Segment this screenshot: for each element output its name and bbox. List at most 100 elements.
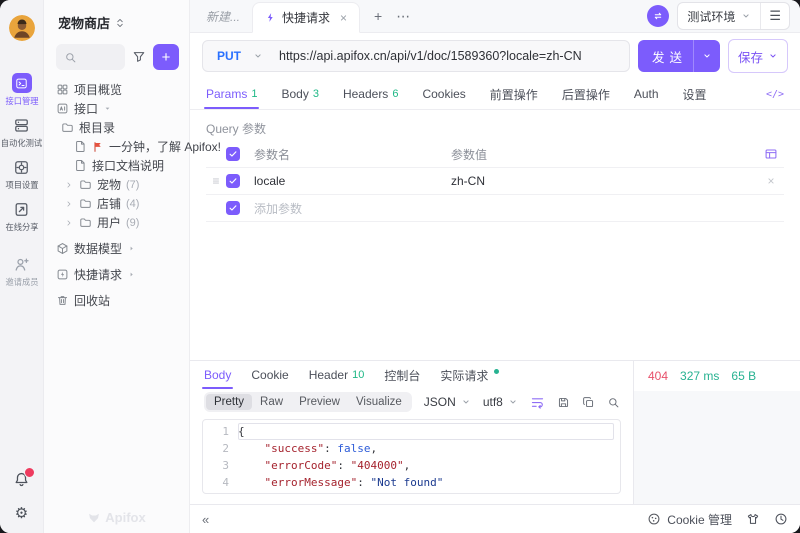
tree-item[interactable]: 接口文档说明 [44, 156, 189, 175]
request-tab-Headers[interactable]: Headers6 [343, 79, 398, 109]
menu-button[interactable]: ☰ [761, 3, 789, 29]
close-tab-icon[interactable]: × [340, 11, 347, 25]
encoding-select[interactable]: utf8 [483, 395, 518, 409]
tree-item[interactable]: 数据模型 [44, 239, 189, 258]
send-button[interactable]: 发送 [638, 40, 720, 72]
method-select[interactable]: PUT [203, 49, 273, 63]
url-input[interactable] [273, 48, 629, 64]
view-mode-raw[interactable]: Raw [252, 394, 291, 410]
rail-nav: 接口管理自动化测试项目设置在线分享邀请成员 [0, 73, 44, 296]
collapse-panel-icon[interactable]: « [202, 512, 209, 527]
drag-handle[interactable]: ≡ [206, 174, 226, 188]
add-button[interactable]: + [153, 44, 179, 70]
chevron-right-icon[interactable] [64, 180, 74, 190]
tree-item-label: 一分钟，了解 Apifox! [109, 138, 221, 155]
param-value-field[interactable]: zh-CN [451, 174, 758, 188]
send-options-caret[interactable] [693, 40, 720, 72]
folder-icon [79, 197, 92, 210]
flash-sq-icon [56, 268, 69, 281]
user-avatar[interactable] [9, 15, 35, 41]
rail-item-layers[interactable]: 自动化测试 [0, 115, 44, 148]
query-header-row: 参数名 参数值 [206, 141, 784, 168]
response-tab-实际请求[interactable]: 实际请求 [440, 361, 499, 389]
response-body-editor[interactable]: 1{2 "success": false,3 "errorCode": "404… [202, 419, 621, 494]
tree-item[interactable]: 店铺(4) [44, 194, 189, 213]
tree-item[interactable]: 快捷请求 [44, 265, 189, 284]
request-tab-后置操作[interactable]: 后置操作 [562, 79, 610, 109]
project-switcher[interactable]: 宠物商店 [44, 0, 189, 32]
response-meta: 404 327 ms 65 B [634, 361, 800, 504]
tree-item[interactable]: 接口 [44, 99, 189, 118]
caret-down-icon [103, 104, 112, 113]
save-response-icon[interactable] [557, 396, 570, 409]
tree-item[interactable]: 根目录 [44, 118, 189, 137]
tree-item[interactable]: 宠物(7) [44, 175, 189, 194]
view-mode-pretty[interactable]: Pretty [206, 394, 252, 410]
format-select[interactable]: JSON [424, 395, 471, 409]
response-tab-count: 10 [352, 369, 364, 381]
request-tab-Auth[interactable]: Auth [634, 79, 659, 109]
url-box: PUT [202, 40, 630, 72]
code-view-icon[interactable]: </> [766, 89, 784, 100]
request-tab-设置[interactable]: 设置 [683, 79, 707, 109]
search-response-icon[interactable] [607, 396, 620, 409]
tree-item[interactable]: 回收站 [44, 291, 189, 310]
notifications-button[interactable] [13, 471, 30, 491]
rail-item-proj-settings[interactable]: 项目设置 [0, 157, 44, 190]
add-row-checkbox[interactable] [226, 201, 240, 215]
request-tab-前置操作[interactable]: 前置操作 [490, 79, 538, 109]
tab-new[interactable]: 新建... [194, 8, 252, 25]
environment-label: 测试环境 [687, 8, 735, 25]
tab-overflow-button[interactable]: ⋯ [396, 8, 410, 25]
history-icon[interactable] [774, 512, 788, 526]
chevron-right-icon[interactable] [64, 199, 74, 209]
tree-item-label: 接口 [74, 100, 98, 117]
save-button[interactable]: 保存 [728, 39, 788, 73]
copy-icon[interactable] [582, 396, 595, 409]
select-all-checkbox[interactable] [226, 147, 240, 161]
tree-item[interactable]: 一分钟，了解 Apifox! [44, 137, 189, 156]
response-tab-Body[interactable]: Body [204, 361, 231, 389]
new-tab-button[interactable]: + [374, 8, 382, 24]
search-input-field[interactable] [82, 49, 125, 65]
response-tab-控制台[interactable]: 控制台 [384, 361, 420, 389]
doc-icon [74, 140, 87, 153]
share-doc-icon [13, 201, 30, 218]
view-mode-preview[interactable]: Preview [291, 394, 348, 410]
cookie-icon [647, 512, 661, 526]
proxy-icon[interactable] [746, 512, 760, 526]
add-param-placeholder[interactable]: 添加参数 [254, 200, 451, 217]
batch-edit-button[interactable] [758, 147, 784, 161]
rail-item-person-plus[interactable]: 邀请成员 [0, 254, 44, 287]
request-tab-Body[interactable]: Body3 [281, 79, 318, 109]
search-input[interactable] [56, 44, 125, 70]
request-tab-count: 3 [313, 88, 319, 100]
view-mode-segment: PrettyRawPreviewVisualize [204, 392, 412, 412]
filter-icon[interactable] [132, 50, 146, 64]
response-tab-label: 控制台 [384, 367, 420, 384]
chevron-right-icon[interactable] [64, 218, 74, 228]
response-tab-Cookie[interactable]: Cookie [251, 361, 288, 389]
environment-select[interactable]: 测试环境 [678, 3, 760, 29]
tree-item[interactable]: 用户(9) [44, 213, 189, 232]
tab-quick-request[interactable]: 快捷请求 × [252, 2, 360, 33]
rail-item-api-manage[interactable]: 接口管理 [0, 73, 44, 106]
person-plus-icon [13, 256, 30, 273]
apifox-logo-icon [87, 511, 101, 525]
request-tab-Cookies[interactable]: Cookies [422, 79, 465, 109]
environment-button[interactable] [647, 5, 669, 27]
param-name-field[interactable]: locale [254, 174, 451, 188]
response-tab-Header[interactable]: Header10 [309, 361, 365, 389]
rail-item-share-doc[interactable]: 在线分享 [0, 199, 44, 232]
tree-item-count: (7) [126, 179, 139, 191]
remove-param-icon[interactable]: × [758, 174, 784, 188]
cookie-manager-button[interactable]: Cookie 管理 [647, 511, 732, 528]
request-tab-Params[interactable]: Params1 [206, 79, 257, 109]
view-mode-visualize[interactable]: Visualize [348, 394, 410, 410]
tree-item[interactable]: 项目概览 [44, 80, 189, 99]
response-tab-label: 实际请求 [440, 367, 488, 384]
word-wrap-icon[interactable] [530, 395, 545, 410]
param-checkbox[interactable] [226, 174, 240, 188]
settings-gear-icon[interactable]: ⚙ [15, 506, 28, 521]
rail-item-label: 接口管理 [5, 97, 38, 105]
